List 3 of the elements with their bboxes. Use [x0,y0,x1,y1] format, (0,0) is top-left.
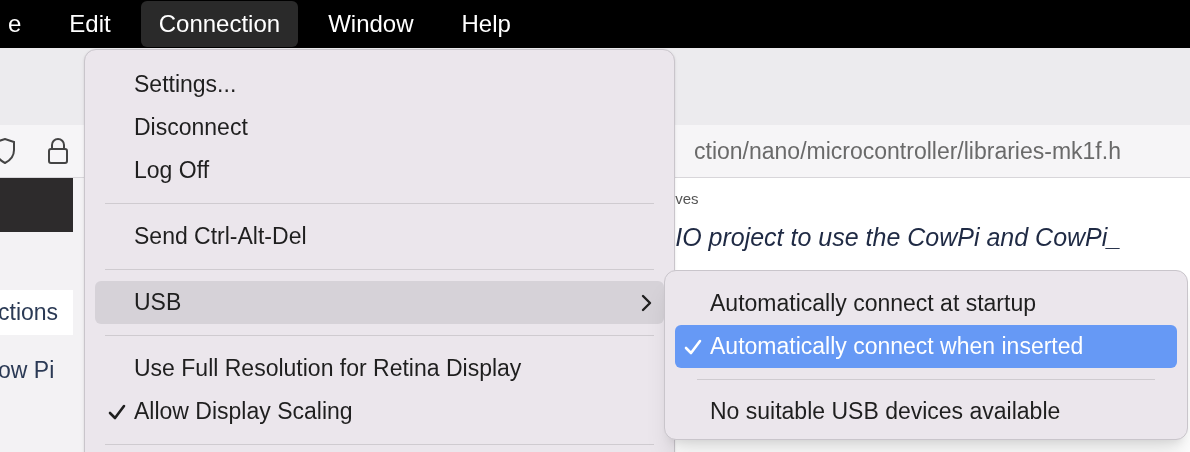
url-text: ction/nano/microcontroller/libraries-mk1f.h [694,136,1121,166]
breadcrumb-text: ves [675,189,700,209]
page-heading: IO project to use the CowPi and CowPi_ [675,221,1123,253]
